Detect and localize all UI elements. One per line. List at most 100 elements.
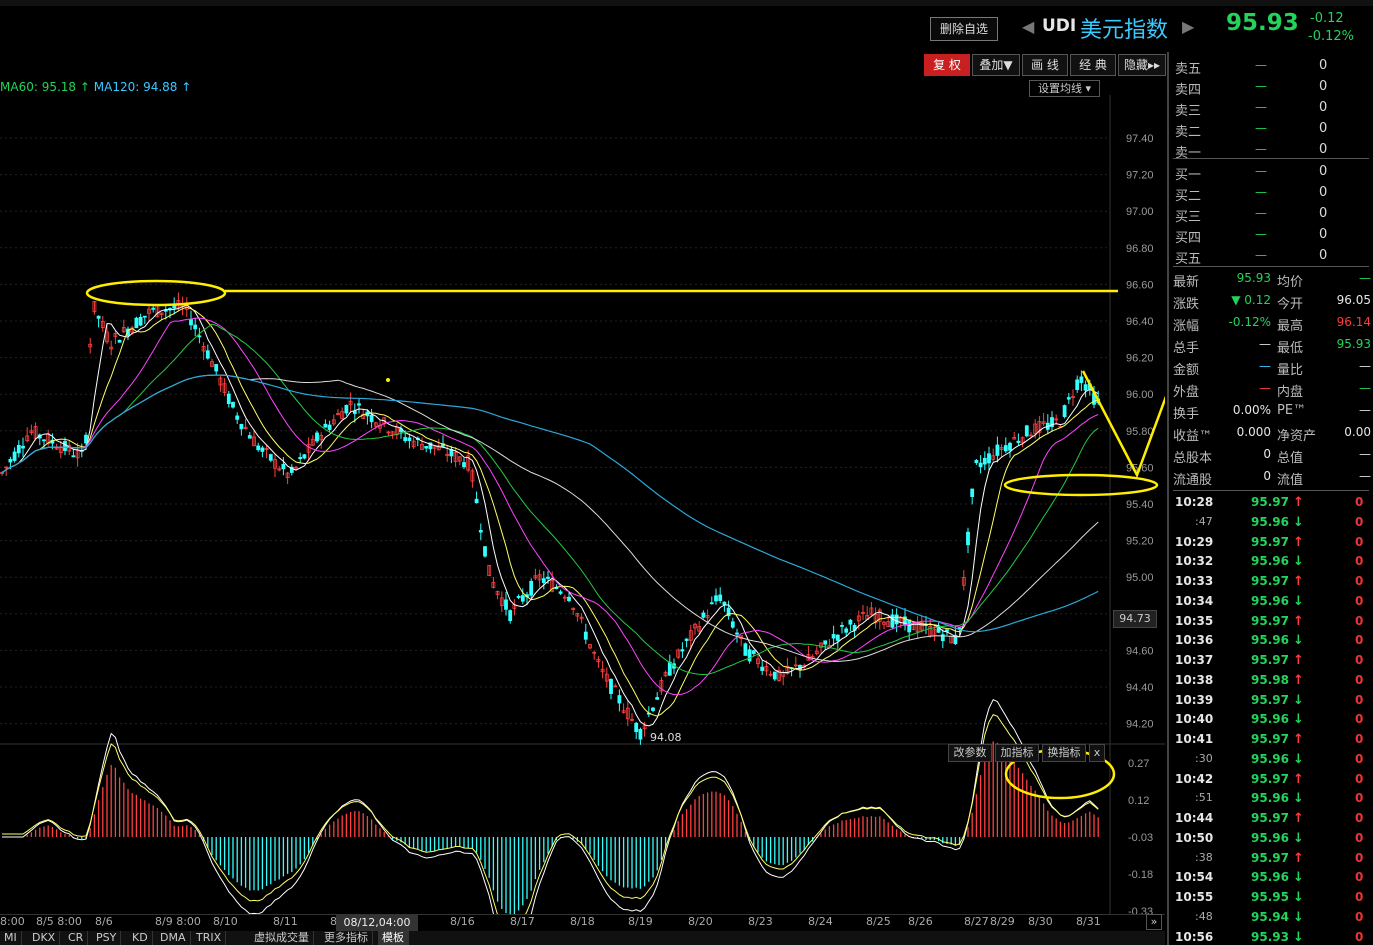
candle-body	[256, 445, 261, 451]
draw-line-button[interactable]: 画 线	[1022, 54, 1068, 76]
switch-indicator-button[interactable]: 换指标	[1042, 744, 1086, 762]
tick-price: 95.94	[1251, 909, 1289, 924]
time-axis-label: 8/20	[688, 915, 713, 928]
tick-price: 95.96	[1251, 514, 1289, 529]
tick-price: 95.97	[1251, 613, 1289, 628]
remove-watchlist-button[interactable]: 删除自选	[930, 17, 998, 41]
indicator-tab[interactable]: TRIX	[192, 931, 227, 945]
order-book-volume: 0	[1319, 58, 1328, 73]
scroll-right-icon[interactable]: »	[1146, 914, 1162, 930]
candle-body	[302, 454, 307, 459]
candlesticks	[0, 292, 1101, 745]
candle-body	[1083, 384, 1088, 391]
price-tick: 96.40	[1126, 316, 1154, 328]
tick-time: 10:33	[1175, 574, 1214, 588]
candle-body	[516, 596, 521, 598]
annotation-dot	[386, 378, 390, 382]
last-price: 95.93	[1226, 10, 1299, 36]
order-book-price: —	[1255, 185, 1267, 199]
candle-body	[424, 445, 429, 449]
ma60-label: MA60: 95.18	[0, 80, 77, 94]
close-indicator-icon[interactable]: x	[1089, 744, 1105, 762]
order-book-price: —	[1255, 58, 1267, 72]
time-axis-label: 8/18	[570, 915, 595, 928]
tick-volume: 0	[1355, 890, 1364, 904]
tick-volume: 0	[1355, 771, 1364, 786]
quote-label: 内盘	[1277, 385, 1304, 400]
candle-body	[226, 393, 231, 404]
candle-body	[1062, 405, 1067, 417]
time-axis-label: 8/9 8:00	[155, 915, 201, 928]
order-book-volume: 0	[1319, 248, 1328, 263]
order-book-label: 买二	[1175, 189, 1202, 204]
quote-value: —	[1359, 403, 1371, 417]
candle-body	[835, 634, 840, 641]
candle-body	[966, 531, 970, 546]
quote-label: PE™	[1277, 403, 1307, 418]
indicator-tab[interactable]: CR	[64, 931, 89, 945]
order-book-label: 卖三	[1175, 104, 1202, 119]
down-arrow-icon: ↓	[1293, 890, 1304, 905]
indicator-tab[interactable]: 虚拟成交量	[250, 931, 314, 945]
candle-body	[352, 410, 357, 414]
quote-value: —	[1359, 359, 1371, 373]
tick-volume: 0	[1355, 514, 1364, 529]
candle-body	[42, 439, 46, 442]
tick-price: 95.96	[1251, 554, 1289, 569]
time-axis-label: 8/17	[510, 915, 535, 928]
adjust-button[interactable]: 复 权	[924, 54, 970, 76]
quote-label: 涨跌	[1173, 297, 1200, 312]
tick-volume: 0	[1355, 593, 1364, 608]
candle-body	[172, 305, 177, 309]
ma-legend: MA60: 95.18 ↑ MA120: 94.88 ↑	[0, 80, 191, 94]
tick-price: 95.97	[1251, 850, 1289, 865]
candle-body	[823, 640, 828, 645]
down-arrow-icon: ↓	[1293, 909, 1304, 925]
candle-body	[655, 697, 660, 700]
tick-time: 10:35	[1175, 613, 1214, 628]
candle-body	[16, 444, 21, 454]
down-arrow-icon: ↓	[1293, 692, 1304, 708]
indicator-tab[interactable]: 模板	[378, 931, 409, 945]
candle-body	[638, 729, 643, 740]
indicator-tab[interactable]: 更多指标	[320, 931, 373, 945]
candle-body	[357, 403, 361, 406]
price-tick: 97.00	[1126, 206, 1154, 218]
tick-time: 10:29	[1175, 534, 1214, 549]
candle-body	[1066, 397, 1071, 400]
prev-symbol-icon[interactable]: ◀	[1022, 17, 1034, 36]
add-indicator-button[interactable]: 加指标	[995, 744, 1039, 762]
candle-body	[403, 437, 408, 442]
price-tick: 94.60	[1126, 645, 1154, 657]
hide-button[interactable]: 隐藏▸▸	[1118, 54, 1166, 76]
quote-value: 0.00	[1344, 425, 1371, 439]
quote-value: -0.12%	[1228, 315, 1271, 329]
candle-body	[138, 316, 143, 326]
candle-body	[508, 610, 513, 622]
indicator-tab[interactable]: MI	[0, 931, 22, 945]
order-book-price: —	[1255, 79, 1267, 93]
tick-time: 10:41	[1175, 732, 1214, 746]
price-axis: 97.40 97.20 97.00 96.80 96.60 96.40 96.20 96.00…	[1126, 133, 1154, 731]
indicator-tab[interactable]: KD	[128, 931, 153, 945]
candle-body	[995, 444, 1000, 456]
candle-body	[239, 423, 244, 430]
change-params-button[interactable]: 改参数	[948, 744, 992, 762]
indicator-tab[interactable]: PSY	[92, 931, 122, 945]
candle-body	[369, 414, 374, 423]
kline-chart[interactable]: 97.40 97.20 97.00 96.80 96.60 96.40 96.20 96.00…	[0, 95, 1165, 915]
tick-price: 95.96	[1251, 712, 1289, 727]
classic-button[interactable]: 经 典	[1070, 54, 1116, 76]
order-book-label: 买四	[1175, 231, 1202, 246]
down-arrow-icon: ↓	[1293, 870, 1304, 886]
indicator-tabs: MI DKX CR PSY KD DMA TRIX 虚拟成交量 更多指标 模板	[0, 931, 1165, 945]
candle-body	[63, 440, 67, 451]
candle-body	[71, 455, 76, 458]
next-symbol-icon[interactable]: ▶	[1182, 17, 1194, 36]
overlay-button[interactable]: 叠加▼	[972, 54, 1020, 76]
candle-body	[8, 458, 13, 463]
indicator-tab[interactable]: DKX	[28, 931, 61, 945]
up-arrow-icon: ↑	[1293, 811, 1304, 826]
candle-body	[987, 453, 991, 464]
indicator-tab[interactable]: DMA	[156, 931, 191, 945]
